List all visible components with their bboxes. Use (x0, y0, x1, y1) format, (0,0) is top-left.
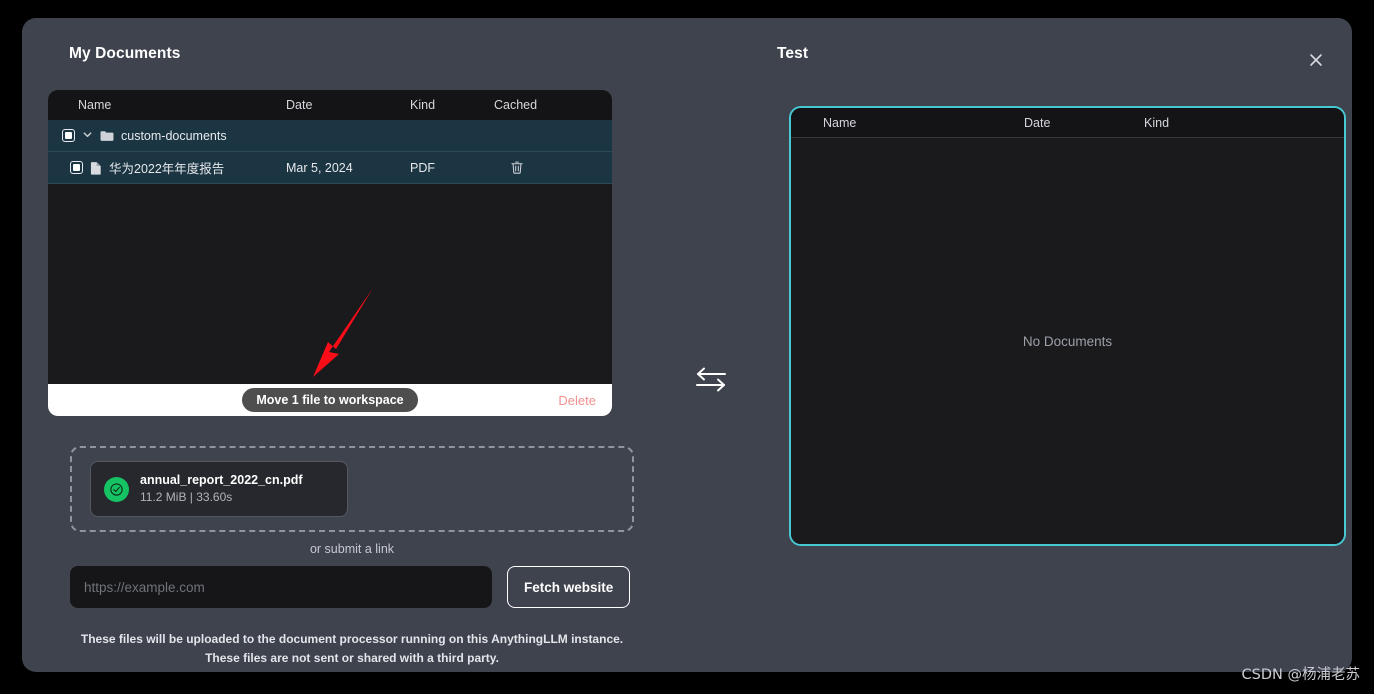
no-documents-label: No Documents (1022, 333, 1113, 349)
column-header-kind: Kind (410, 98, 436, 112)
upload-dropzone[interactable]: annual_report_2022_cn.pdf 11.2 MiB | 33.… (70, 446, 634, 532)
delete-link[interactable]: Delete (558, 393, 596, 408)
move-to-workspace-button[interactable]: Move 1 file to workspace (242, 388, 418, 412)
folder-row-name-cell: custom-documents (48, 129, 227, 143)
left-table-body: custom-documents 华为2022年年度报告 Mar 5, 2024… (48, 120, 612, 384)
folder-checkbox[interactable] (62, 129, 75, 142)
right-table-body: No Documents (791, 138, 1344, 544)
url-input[interactable] (70, 566, 492, 608)
file-kind-cell: PDF (410, 160, 435, 175)
trash-icon[interactable] (510, 160, 524, 175)
column-header-name: Name (78, 98, 112, 112)
right-panel-title: Test (777, 45, 809, 62)
upload-disclaimer: These files will be uploaded to the docu… (70, 630, 634, 667)
disclaimer-line-2: These files are not sent or shared with … (205, 650, 499, 665)
file-date-cell: Mar 5, 2024 (286, 160, 353, 175)
chevron-down-icon[interactable] (82, 129, 93, 143)
table-row-file[interactable]: 华为2022年年度报告 Mar 5, 2024 PDF (48, 152, 612, 184)
left-panel-title: My Documents (69, 45, 181, 62)
uploaded-file-meta: 11.2 MiB | 33.60s (140, 490, 233, 505)
url-submit-row: Fetch website (70, 566, 634, 608)
column-header-name-right: Name (823, 115, 857, 130)
uploaded-file-info: annual_report_2022_cn.pdf 11.2 MiB | 33.… (140, 472, 303, 505)
left-table-footer: Move 1 file to workspace Delete (48, 384, 612, 416)
check-circle-icon (104, 476, 129, 502)
right-table-header: Name Date Kind (791, 108, 1344, 138)
fetch-website-button[interactable]: Fetch website (507, 566, 631, 608)
uploaded-file-name: annual_report_2022_cn.pdf (140, 473, 303, 488)
column-header-date-right: Date (1024, 115, 1051, 130)
or-submit-link-label: or submit a link (309, 542, 395, 556)
workspace-documents-panel: Name Date Kind No Documents (789, 106, 1346, 546)
column-header-cached: Cached (494, 98, 538, 112)
file-icon (90, 161, 102, 175)
close-icon[interactable] (1302, 46, 1330, 74)
file-name-label: 华为2022年年度报告 (109, 162, 225, 176)
screen: My Documents Test Name Date Kind Cached (0, 0, 1374, 694)
file-checkbox[interactable] (70, 161, 83, 174)
disclaimer-line-1: These files will be uploaded to the docu… (80, 632, 624, 646)
swap-arrows-icon[interactable] (690, 358, 732, 400)
watermark-text: CSDN @杨浦老苏 (1241, 667, 1360, 683)
document-manager-modal: My Documents Test Name Date Kind Cached (22, 18, 1352, 672)
table-row-folder[interactable]: custom-documents (48, 120, 612, 152)
folder-icon (100, 130, 114, 142)
my-documents-panel: Name Date Kind Cached custom-documents 华… (48, 90, 612, 416)
column-header-kind-right: Kind (1144, 115, 1170, 130)
file-row-name-cell: 华为2022年年度报告 (48, 158, 224, 177)
column-header-date: Date (286, 98, 313, 112)
uploaded-file-card[interactable]: annual_report_2022_cn.pdf 11.2 MiB | 33.… (90, 461, 348, 517)
left-table-header: Name Date Kind Cached (48, 90, 612, 120)
folder-name-label: custom-documents (121, 128, 227, 143)
